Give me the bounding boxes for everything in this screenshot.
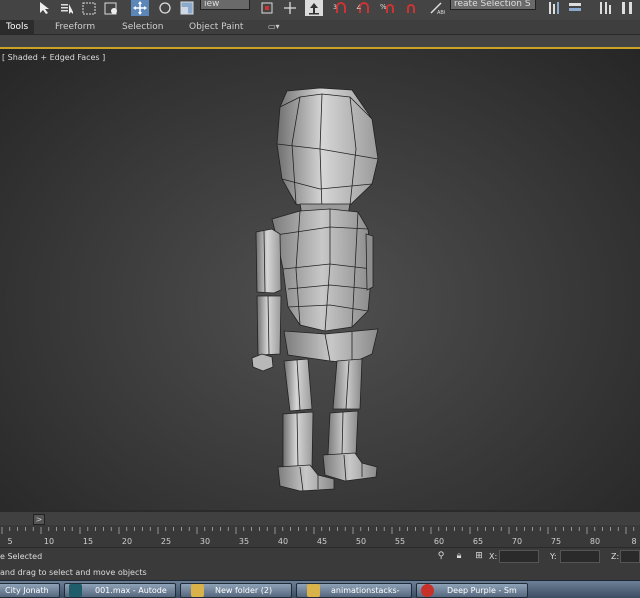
rect-region-icon[interactable] — [80, 0, 98, 16]
track-tick-label: 40 — [278, 537, 288, 546]
lock-icon[interactable]: 🔒︎ — [454, 551, 464, 562]
tab-selection[interactable]: Selection — [122, 20, 163, 34]
character-model[interactable] — [0, 49, 640, 510]
view-dropdown-value: iew — [204, 0, 220, 9]
taskbar-item-3dsmax[interactable]: 001.max - Autode — [64, 583, 176, 598]
track-tick-label: 70 — [512, 537, 522, 546]
taskbar-item-city[interactable]: City Jonath — [0, 583, 60, 598]
spinner-snap-icon[interactable]: % — [379, 0, 397, 16]
selection-status: e Selected — [0, 552, 43, 561]
time-slider-handle[interactable]: > — [33, 514, 45, 525]
tab-tools[interactable]: Tools — [0, 20, 35, 34]
snap-toggle-icon[interactable] — [305, 0, 323, 16]
taskbar-item-label: 001.max - Autode — [95, 586, 167, 595]
svg-text:∠: ∠ — [356, 4, 361, 11]
select-by-name-icon[interactable] — [58, 0, 76, 16]
align-icon[interactable] — [545, 0, 563, 16]
track-tick-label: 35 — [239, 537, 249, 546]
ribbon-panel — [0, 35, 640, 49]
media-player-icon — [421, 584, 434, 597]
track-tick-label: 65 — [473, 537, 483, 546]
pivot-icon[interactable] — [258, 0, 276, 16]
folder-icon — [191, 584, 204, 597]
layer-icon[interactable] — [566, 0, 584, 16]
track-tick-label: 25 — [161, 537, 171, 546]
edit-named-sel-icon[interactable] — [402, 0, 420, 16]
y-label: Y: — [550, 552, 557, 561]
rotate-icon[interactable] — [156, 0, 174, 16]
prompt-text: and drag to select and move objects — [0, 568, 147, 577]
tab-object-paint[interactable]: Object Paint — [189, 20, 243, 34]
track-tick-label: 15 — [83, 537, 93, 546]
curve-editor-icon[interactable] — [596, 0, 614, 16]
prompt-line: and drag to select and move objects — [0, 566, 640, 580]
track-tick-label: 30 — [200, 537, 210, 546]
selection-set-dropdown[interactable]: reate Selection S — [450, 0, 536, 10]
transform-mode-icon[interactable]: ⊞ — [474, 551, 484, 562]
track-tick-label: 20 — [122, 537, 132, 546]
z-label: Z: — [611, 552, 620, 561]
track-tick-label: 50 — [356, 537, 366, 546]
taskbar-item-label: City Jonath — [5, 586, 49, 595]
taskbar-item-label: animationstacks- — [331, 586, 400, 595]
svg-text:ABC: ABC — [437, 10, 445, 15]
track-tick-label: 55 — [395, 537, 405, 546]
status-bar: e Selected ⚲ 🔒︎ ⊞ X: Y: Z: — [0, 547, 640, 566]
mirror-icon[interactable]: ABC — [428, 0, 446, 16]
y-coordinate-field[interactable] — [560, 550, 600, 563]
track-tick-label: 45 — [317, 537, 327, 546]
time-slider[interactable]: > — [0, 511, 640, 525]
main-toolbar: iew 3 ∠ % ABC reate Selection S — [0, 0, 640, 20]
perspective-viewport[interactable]: [ Shaded + Edged Faces ] — [0, 49, 640, 510]
tab-freeform[interactable]: Freeform — [55, 20, 95, 34]
track-tick-label: 80 — [590, 537, 600, 546]
track-tick-label: 5 — [7, 537, 12, 546]
schematic-view-icon[interactable] — [618, 0, 636, 16]
select-icon[interactable] — [36, 0, 54, 16]
3dsmax-icon — [69, 584, 82, 597]
select-manipulate-icon[interactable] — [281, 0, 299, 16]
folder-icon — [307, 584, 320, 597]
view-dropdown[interactable]: iew — [200, 0, 250, 10]
taskbar-item-label: Deep Purple - Sm — [447, 586, 517, 595]
taskbar-item-label: New folder (2) — [215, 586, 273, 595]
percent-snap-icon[interactable]: ∠ — [356, 0, 374, 16]
track-tick-label: 8 — [631, 537, 636, 546]
track-tick-label: 75 — [551, 537, 561, 546]
ribbon-options-icon[interactable]: ▭▾ — [268, 20, 280, 34]
taskbar-item-new-folder[interactable]: New folder (2) — [180, 583, 292, 598]
taskbar-item-animationstacks[interactable]: animationstacks- — [296, 583, 412, 598]
x-coordinate-field[interactable] — [499, 550, 539, 563]
windows-taskbar: City Jonath 001.max - Autode New folder … — [0, 580, 640, 598]
window-crossing-icon[interactable] — [102, 0, 120, 16]
isolate-icon[interactable]: ⚲ — [436, 551, 446, 562]
track-bar[interactable]: 5 10 15 20 25 30 35 40 45 50 55 60 65 70 75 80 8 — [0, 525, 640, 547]
svg-text:%: % — [380, 3, 387, 11]
taskbar-item-deep-purple[interactable]: Deep Purple - Sm — [416, 583, 528, 598]
ribbon-tabs: Tools Freeform Selection Object Paint ▭▾ — [0, 20, 640, 35]
x-label: X: — [489, 552, 498, 561]
track-tick-label: 10 — [44, 537, 54, 546]
track-tick-label: 60 — [434, 537, 444, 546]
track-ruler: 5 10 15 20 25 30 35 40 45 50 55 60 65 70 75 80 8 — [1, 527, 637, 546]
selection-set-value: reate Selection S — [454, 0, 531, 9]
z-coordinate-field[interactable] — [620, 550, 640, 563]
svg-text:3: 3 — [333, 4, 337, 11]
select-move-icon[interactable] — [131, 0, 149, 16]
angle-snap-icon[interactable]: 3 — [333, 0, 351, 16]
scale-icon[interactable] — [178, 0, 196, 16]
